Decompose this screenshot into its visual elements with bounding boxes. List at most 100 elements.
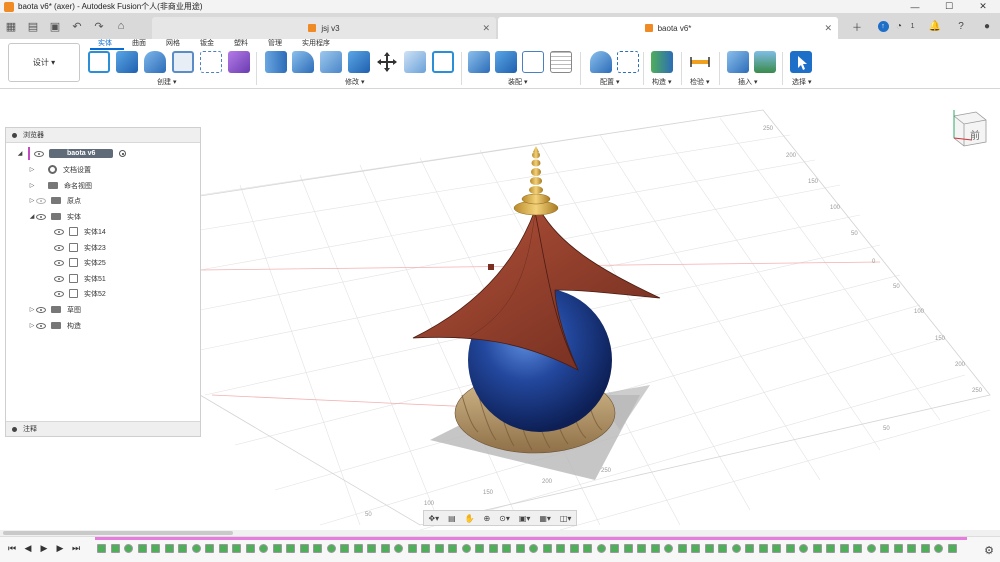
browser-item-body14[interactable]: 实体14 [54,224,106,239]
timeline-settings-icon[interactable]: ⚙ [984,544,994,557]
timeline-feature-icon[interactable] [151,544,160,553]
save-icon[interactable]: ▣ [44,13,66,39]
combine-icon[interactable] [348,51,370,73]
visibility-eye-icon[interactable] [54,244,64,251]
browser-item-bodies[interactable]: ◢ 实体 [28,209,81,224]
create-sketch-icon[interactable] [88,51,110,73]
maximize-button[interactable]: ☐ [932,0,966,13]
timeline-feature-icon[interactable] [637,544,646,553]
browser-header[interactable]: 浏览器 [6,128,200,143]
timeline-feature-icon[interactable] [218,544,228,553]
insert-group-label[interactable]: 插入 ▾ [738,77,757,87]
insert-derive-icon[interactable] [727,51,749,73]
timeline-feature-icon[interactable] [650,544,660,553]
new-tab-icon[interactable]: ＋ [844,13,870,39]
offset-plane-icon[interactable] [651,51,673,73]
home-icon[interactable]: ⌂ [110,13,132,39]
timeline-feature-icon[interactable] [137,544,147,553]
timeline-feature-icon[interactable] [934,544,943,553]
tab-utilities[interactable]: 实用程序 [294,39,342,50]
timeline-feature-icon[interactable] [718,544,727,553]
timeline-feature-icon[interactable] [596,544,606,553]
revolve-icon[interactable] [144,51,166,73]
tab-manage[interactable]: 管理 [260,39,294,50]
visibility-eye-icon[interactable] [54,290,64,297]
collapse-caret-icon[interactable]: ◢ [28,213,36,220]
redo-icon[interactable]: ↷ [88,13,110,39]
timeline-feature-icon[interactable] [947,544,957,553]
timeline-feature-icon[interactable] [313,544,322,553]
pattern-icon[interactable] [200,51,222,73]
pan-icon[interactable]: ✋ [465,514,475,523]
timeline-feature-icon[interactable] [461,544,471,553]
expand-caret-icon[interactable]: ▷ [28,322,36,329]
timeline-feature-icon[interactable] [245,544,255,553]
collapse-caret-icon[interactable]: ◢ [16,150,24,157]
timeline-feature-icon[interactable] [704,544,714,553]
collapse-icon[interactable] [12,132,17,138]
inspect-group-label[interactable]: 检验 ▾ [690,77,709,87]
create-form-icon[interactable] [228,51,250,73]
timeline-feature-icon[interactable] [907,544,916,553]
tab-plastic[interactable]: 塑料 [226,39,260,50]
timeline-feature-icon[interactable] [880,544,889,553]
timeline-feature-icon[interactable] [677,544,687,553]
minimize-button[interactable]: — [898,0,932,13]
timeline-feature-icon[interactable] [488,544,498,553]
workspace-switcher[interactable]: 设计 ▾ [8,43,80,82]
timeline-feature-icon[interactable] [205,544,214,553]
grid-settings-icon[interactable]: ▦▾ [539,514,551,523]
timeline-feature-icon[interactable] [448,544,457,553]
app-grid-icon[interactable]: ▦ [0,13,22,39]
timeline-feature-icon[interactable] [286,544,295,553]
collapse-icon[interactable] [12,426,17,432]
hole-icon[interactable] [172,51,194,73]
timeline-feature-icon[interactable] [178,544,187,553]
close-tab-icon[interactable]: ✕ [482,23,490,34]
close-tab-icon[interactable]: ✕ [824,23,832,34]
expand-caret-icon[interactable]: ▷ [28,197,36,204]
browser-root-row[interactable]: ◢ baota v6 [16,146,127,161]
visibility-eye-icon[interactable] [34,150,44,157]
visibility-eye-icon[interactable] [54,228,64,235]
shell-icon[interactable] [320,51,342,73]
timeline-feature-icon[interactable] [421,544,430,553]
timeline-feature-icon[interactable] [556,544,565,553]
timeline-feature-icon[interactable] [785,544,795,553]
visibility-eye-icon[interactable] [36,322,46,329]
tab-mesh[interactable]: 网格 [158,39,192,50]
timeline-feature-icon[interactable] [326,544,336,553]
browser-item-named-views[interactable]: ▷ 命名视图 [28,178,92,193]
timeline-feature-icon[interactable] [664,544,673,553]
browser-item-origin[interactable]: ▷ 原点 [28,193,81,208]
visibility-eye-icon[interactable] [54,259,64,266]
timeline-feature-icon[interactable] [731,544,741,553]
scrollbar-thumb[interactable] [3,531,233,535]
timeline-feature-icon[interactable] [110,544,120,553]
viewports-icon[interactable]: ◫▾ [560,514,572,523]
zoom-icon[interactable]: ⊕ [484,514,491,523]
tab-jsj-v3[interactable]: jsj v3 ✕ [152,17,496,39]
close-button[interactable]: ✕ [966,0,1000,13]
assemble-group-label[interactable]: 装配 ▾ [508,77,527,87]
notifications-icon[interactable]: ◔ 1 [896,13,922,39]
select-group-label[interactable]: 选择 ▾ [792,77,811,87]
new-component-icon[interactable] [468,51,490,73]
timeline-feature-icon[interactable] [758,544,768,553]
browser-item-construction[interactable]: ▷ 构造 [28,318,81,333]
split-body-icon[interactable] [404,51,426,73]
timeline-feature-icon[interactable] [745,544,754,553]
timeline-feature-icon[interactable] [367,544,376,553]
timeline-feature-icon[interactable] [97,544,106,553]
activate-radio-icon[interactable] [119,150,127,157]
timeline-feature-icon[interactable] [583,544,592,553]
timeline-feature-icon[interactable] [812,544,822,553]
go-to-start-icon[interactable]: ⏮ [4,543,20,554]
measure-icon[interactable] [689,51,711,73]
timeline-feature-icon[interactable] [839,544,849,553]
timeline-feature-icon[interactable] [623,544,633,553]
timeline-feature-icon[interactable] [610,544,619,553]
job-status-icon[interactable]: ↑ [870,13,896,39]
timeline-feature-icon[interactable] [502,544,511,553]
tab-baota-v6[interactable]: baota v6* ✕ [498,17,838,39]
